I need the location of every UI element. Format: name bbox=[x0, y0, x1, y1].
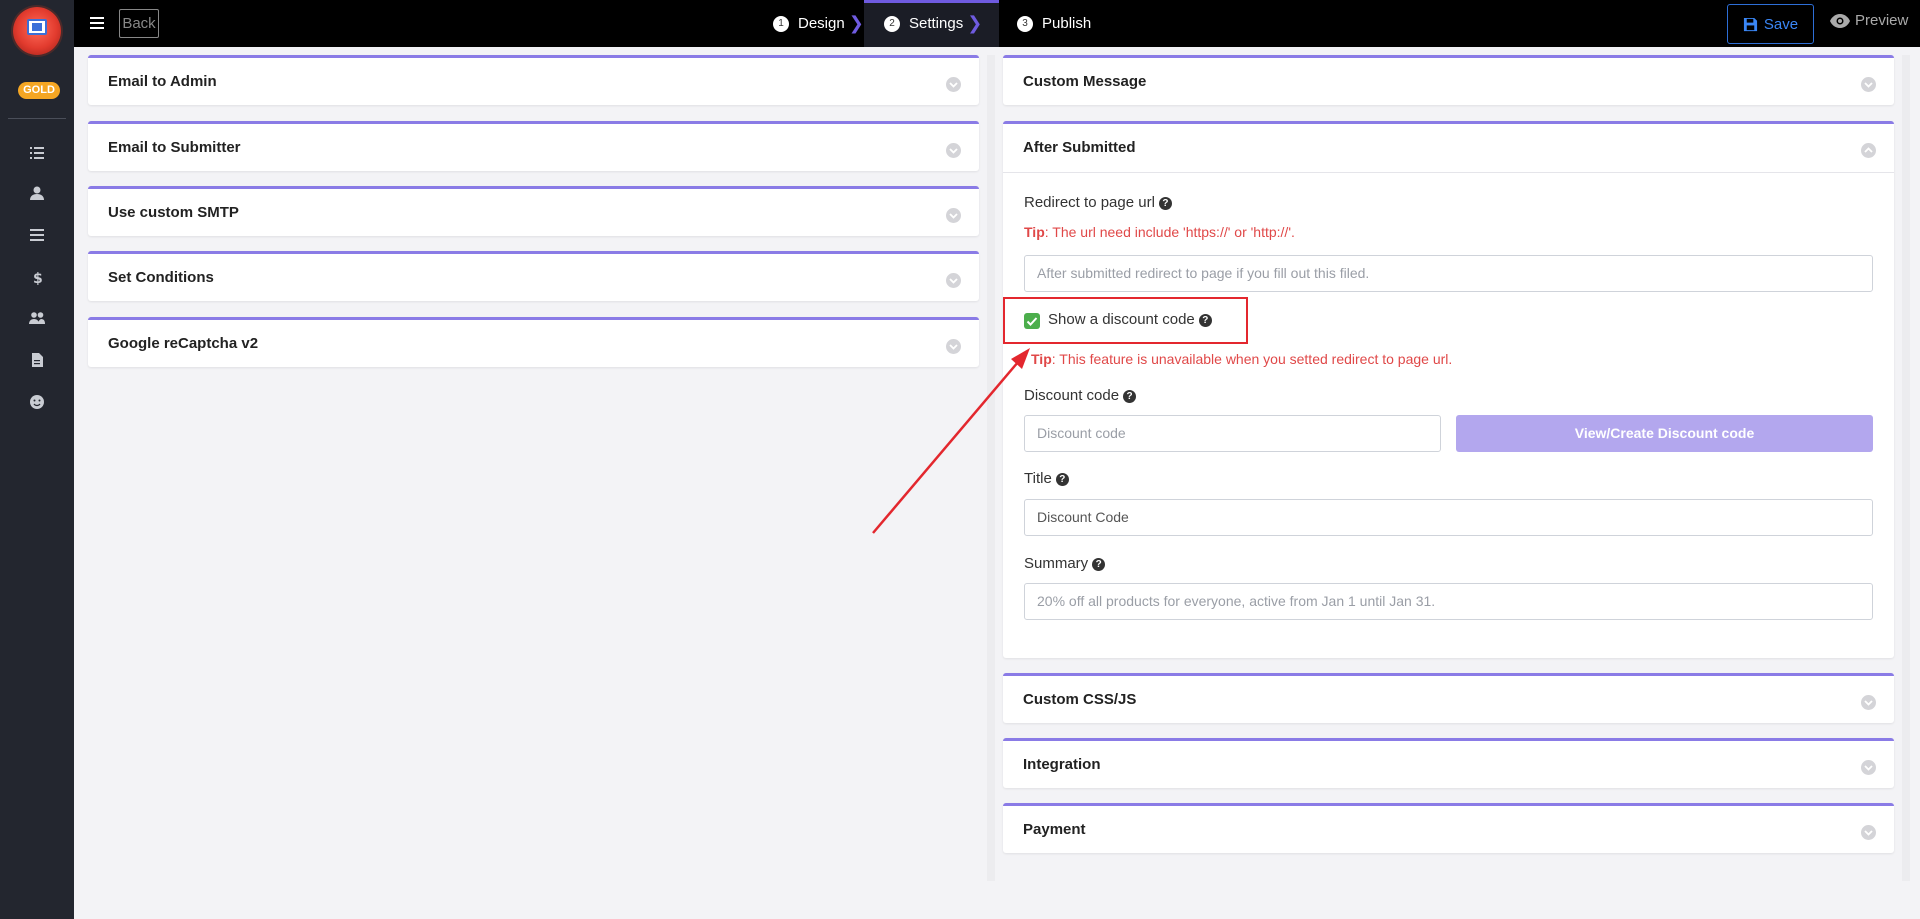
annotation-arrow bbox=[872, 348, 1030, 534]
